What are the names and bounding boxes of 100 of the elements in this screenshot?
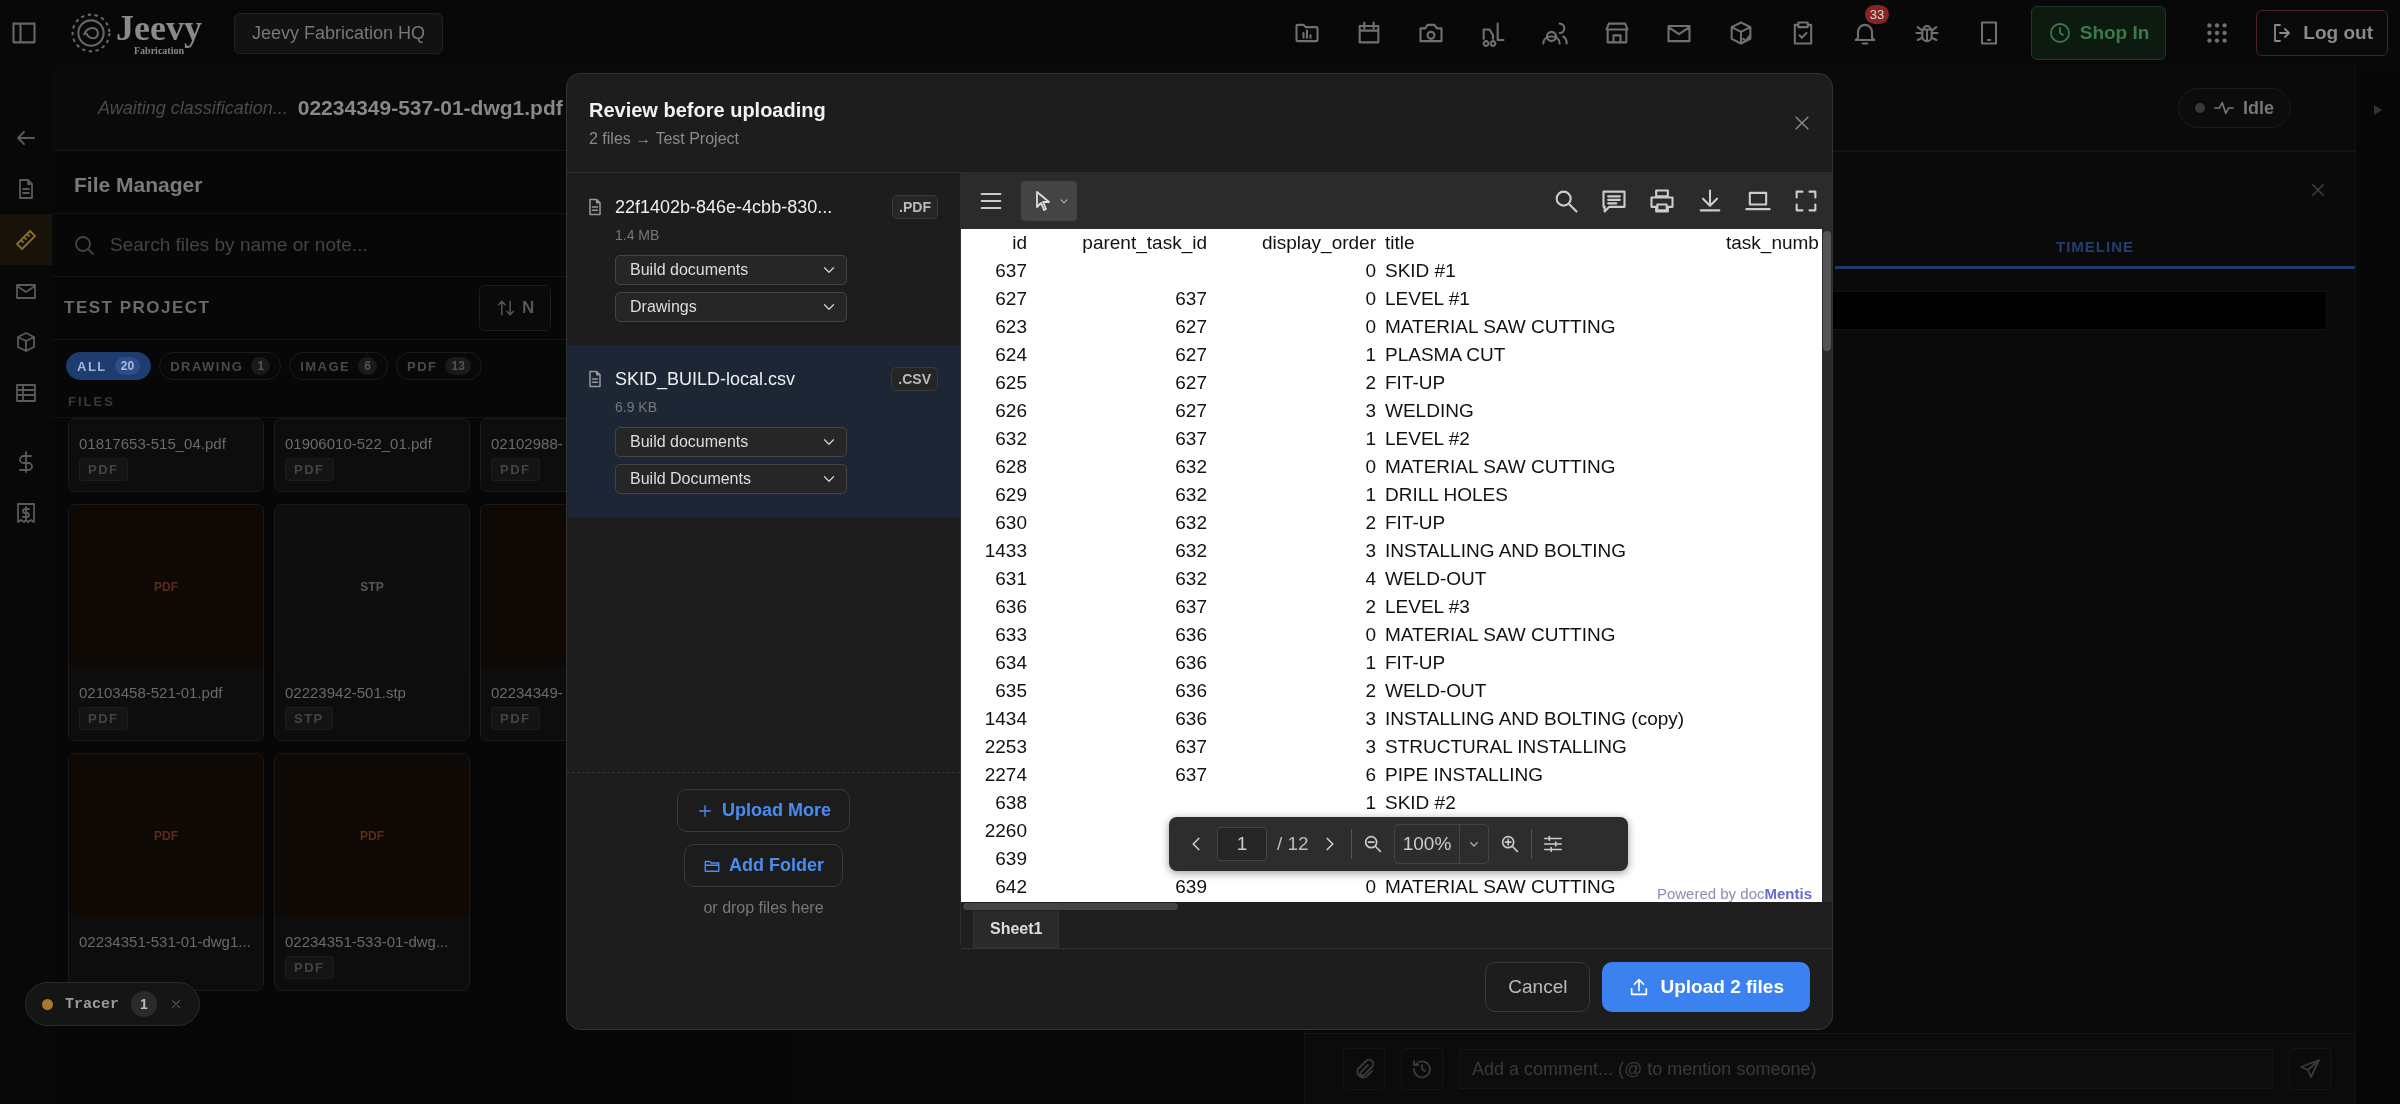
cancel-button[interactable]: Cancel (1485, 962, 1591, 1012)
tracer-pill[interactable]: Tracer 1 (25, 982, 200, 1026)
column-header: parent_task_id (1081, 232, 1207, 254)
shop-in-button[interactable]: Shop In (2030, 6, 2167, 60)
table-cell-text: 637 (1174, 596, 1207, 618)
file-manager-title: File Manager (73, 172, 204, 198)
table-cell-text: 637 (1174, 736, 1207, 758)
table-cell-text: 637 (1174, 764, 1207, 786)
table-cell-text: 637 (1174, 288, 1207, 310)
sheet-tab[interactable]: Sheet1 (973, 911, 1060, 948)
ruler-nav-item[interactable] (0, 214, 52, 265)
table-cell-text: 627 (1174, 316, 1207, 338)
table-cell: MATERIAL SAW CUTTING (1385, 624, 1616, 646)
table-cell: PIPE INSTALLING (1385, 764, 1544, 786)
table-cell-text: 633 (994, 624, 1027, 646)
document-filename: 02234349-537-01-dwg1.pdf (297, 96, 563, 120)
table-cell-text: 626 (994, 400, 1027, 422)
table-cell-text: 1433 (983, 540, 1027, 562)
file-thumbnail: PDF (69, 754, 263, 917)
table-cell-text: 634 (994, 652, 1027, 674)
table-cell-text: 3 (1364, 708, 1376, 730)
drop-hint: or drop files here (703, 899, 824, 917)
table-cell: WELD-OUT (1385, 680, 1487, 702)
close-icon[interactable] (169, 997, 183, 1011)
table-cell-text: 1 (1364, 344, 1376, 366)
table-cell-text: 632 (1174, 456, 1207, 478)
table-cell: INSTALLING AND BOLTING (1385, 540, 1627, 562)
upload-files-button[interactable]: Upload 2 files (1602, 962, 1810, 1012)
table-cell-text: 636 (1174, 680, 1207, 702)
column-header: id (1011, 232, 1027, 254)
table-cell-text: 629 (994, 484, 1027, 506)
settings-sliders-icon[interactable] (1542, 833, 1565, 855)
filter-chip[interactable]: ALL 20 (66, 352, 152, 380)
table-cell-text: 2 (1364, 372, 1376, 394)
table-cell-text: 638 (994, 792, 1027, 814)
print-icon[interactable] (1648, 187, 1676, 215)
project-name: TEST PROJECT (64, 298, 212, 318)
table-cell-text: 2 (1364, 512, 1376, 534)
page-field[interactable]: 1 (1217, 827, 1267, 861)
table-cell-text: 0 (1364, 260, 1376, 282)
subcategory-select[interactable]: Build Documents (615, 464, 847, 494)
table-cell-text: 642 (994, 876, 1027, 898)
category-select[interactable]: Build documents (615, 255, 847, 285)
file-name: 02223942-501.stp (284, 683, 407, 703)
upload-file-item[interactable]: SKID_BUILD-local.csv .CSV 6.9 KB Build documents Build Documents (567, 345, 960, 517)
table-cell-text: 625 (994, 372, 1027, 394)
table-cell-text: 6 (1364, 764, 1376, 786)
vertical-scrollbar[interactable] (1822, 229, 1832, 902)
file-name: 01906010-522_01.pdf (284, 434, 433, 454)
table-cell: LEVEL #2 (1385, 428, 1470, 450)
workspace-button[interactable]: Jeevy Fabrication HQ (233, 12, 444, 54)
table-cell-text: 2253 (983, 736, 1027, 758)
table-cell-text: 637 (994, 260, 1027, 282)
table-cell: FIT-UP (1385, 512, 1446, 534)
add-folder-button[interactable]: Add Folder (684, 844, 843, 887)
column-header: display_order (1260, 232, 1376, 254)
file-name: SKID_BUILD-local.csv (615, 368, 797, 390)
table-cell-text: 637 (1174, 428, 1207, 450)
sort-icon (496, 298, 516, 318)
status-dot (2195, 103, 2205, 113)
notification-badge: 33 (1864, 5, 1890, 24)
dialog-subtitle: 2 files → Test Project (589, 129, 740, 148)
logout-button[interactable]: Log out (2256, 10, 2388, 56)
cube-icon (14, 329, 38, 354)
table-cell: MATERIAL SAW CUTTING (1385, 316, 1616, 338)
table-cell-text: 627 (1174, 372, 1207, 394)
table-cell-text: 632 (1174, 540, 1207, 562)
table-cell-text: 624 (994, 344, 1027, 366)
table-cell-text: 627 (1174, 400, 1207, 422)
table-cell-text: 639 (994, 848, 1027, 870)
category-select[interactable]: Build documents (615, 427, 847, 457)
table-cell: WELDING (1385, 400, 1474, 422)
table-cell-text: 3 (1364, 736, 1376, 758)
column-header: task_numb (1726, 232, 1819, 254)
table-cell-text: 639 (1174, 876, 1207, 898)
table-cell-text: 632 (1174, 568, 1207, 590)
activity-label: Idle (2243, 97, 2274, 119)
table-cell-text: 1 (1364, 428, 1376, 450)
clock-icon (2047, 21, 2072, 45)
file-name: 01817653-515_04.pdf (78, 434, 227, 454)
table-cell: FIT-UP (1385, 652, 1446, 674)
dialog-title: Review before uploading (589, 98, 827, 122)
table-cell: INSTALLING AND BOLTING (copy) (1385, 708, 1685, 730)
horizontal-scrollbar[interactable] (963, 903, 1178, 910)
subcategory-select[interactable]: Drawings (615, 292, 847, 322)
upload-more-button[interactable]: Upload More (677, 789, 850, 832)
pointer-tool-button[interactable] (1021, 181, 1077, 221)
table-cell: FIT-UP (1385, 372, 1446, 394)
file-card[interactable]: PDF 02234351-531-01-dwg1... (68, 753, 264, 991)
table-cell-text: 2274 (983, 764, 1027, 786)
table-cell-text: 627 (1174, 344, 1207, 366)
file-thumbnail: PDF (275, 754, 469, 917)
table-cell-text: 2 (1364, 680, 1376, 702)
file-name: 02234349- (490, 683, 564, 703)
sort-button[interactable]: N (479, 285, 552, 331)
upload-file-item[interactable]: 22f1402b-846e-4cbb-830... .PDF 1.4 MB Build documents Drawings (567, 173, 960, 345)
table-cell-text: 4 (1364, 568, 1376, 590)
zoom-select[interactable]: 100% (1393, 824, 1490, 864)
table-cell-text: 628 (994, 456, 1027, 478)
table-cell-text: 631 (994, 568, 1027, 590)
